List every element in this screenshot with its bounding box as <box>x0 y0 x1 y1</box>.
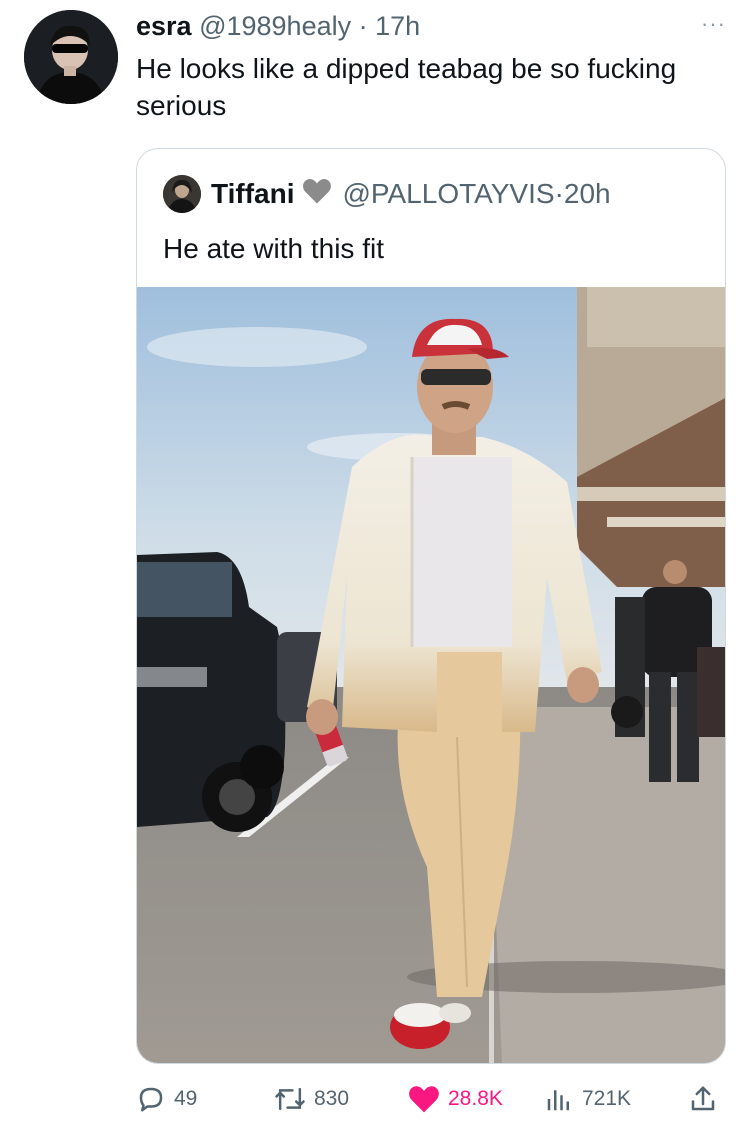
reply-count: 49 <box>174 1087 198 1110</box>
author-name[interactable]: esra <box>136 11 192 41</box>
views-button[interactable]: 721K <box>544 1082 631 1116</box>
quote-header: Tiffani @PALLOTAYVIS · 20h <box>163 175 611 213</box>
reply-icon <box>139 1087 163 1112</box>
analytics-icon <box>547 1090 569 1111</box>
quote-text: He ate with this fit <box>163 233 384 264</box>
tweet-text: He looks like a dipped teabag be so fuck… <box>136 53 677 121</box>
retweet-icon <box>275 1087 305 1111</box>
quote-photo[interactable] <box>137 287 725 1063</box>
retweet-count: 830 <box>314 1087 350 1110</box>
author-handle[interactable]: @1989healy <box>199 11 351 41</box>
quote-author-handle[interactable]: @PALLOTAYVIS <box>342 178 554 210</box>
header-separator: · <box>358 11 368 41</box>
reply-button[interactable]: 49 <box>136 1082 197 1116</box>
view-count: 721K <box>582 1087 632 1110</box>
heart-filled-icon <box>409 1086 439 1113</box>
quote-tweet-card[interactable]: Tiffani @PALLOTAYVIS · 20h He ate with t… <box>136 148 726 1064</box>
tweet-time[interactable]: 17h <box>375 11 420 41</box>
tweet-body: esra @1989healy · 17h He looks like a di… <box>136 6 726 124</box>
quote-separator: · <box>554 178 564 209</box>
like-button[interactable]: 28.8K <box>408 1082 503 1116</box>
tweet-header: esra @1989healy · 17h <box>136 6 726 46</box>
retweet-button[interactable]: 830 <box>274 1082 349 1116</box>
author-avatar[interactable] <box>24 10 118 104</box>
more-options-icon[interactable]: ··· <box>701 13 726 35</box>
quote-time[interactable]: 20h <box>564 178 611 210</box>
quote-author-avatar[interactable] <box>163 175 201 213</box>
action-bar: 49 830 28.8K 721K <box>136 1082 726 1116</box>
grey-heart-icon <box>302 177 332 212</box>
quote-author-name[interactable]: Tiffani <box>211 178 294 210</box>
share-icon <box>691 1086 715 1111</box>
share-button[interactable] <box>688 1082 726 1116</box>
like-count: 28.8K <box>448 1087 503 1110</box>
